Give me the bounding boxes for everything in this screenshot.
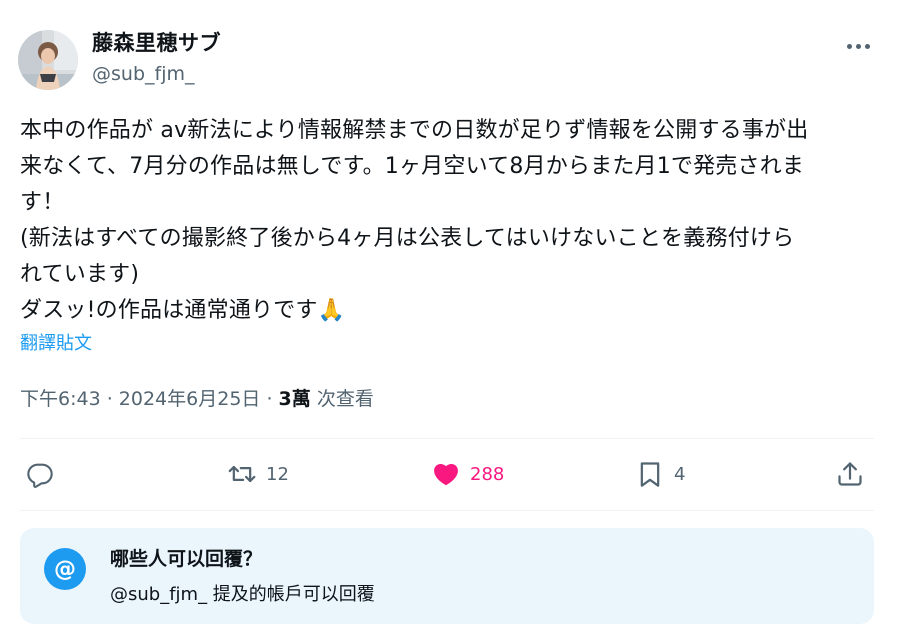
reply-restriction-box: @ 哪些人可以回覆？ @sub_fjm_ 提及的帳戶可以回覆 (20, 528, 874, 624)
reply-icon (27, 463, 53, 488)
bookmark-icon (640, 462, 660, 487)
retweet-count: 12 (266, 463, 289, 485)
reply-restriction-subtitle: @sub_fjm_ 提及的帳戶可以回覆 (110, 584, 375, 605)
like-count: 288 (470, 463, 505, 485)
views-label: 次查看 (310, 388, 374, 410)
like-button[interactable]: 288 (432, 449, 504, 499)
share-icon (838, 462, 862, 486)
avatar-image (18, 30, 78, 90)
bookmark-button[interactable]: 4 (636, 449, 685, 499)
tweet-detail: 藤森里穂サブ @sub_fjm_ 本中の作品が av新法により情報解禁までの日数… (0, 0, 900, 640)
divider (20, 510, 874, 511)
tweet-text: 本中の作品が av新法により情報解禁までの日数が足りず情報を公開する事が出 来な… (20, 118, 809, 323)
retweet-button[interactable]: 12 (228, 449, 289, 499)
more-icon[interactable] (840, 34, 876, 58)
divider (20, 438, 874, 439)
user-handle[interactable]: @sub_fjm_ (92, 62, 194, 86)
mention-icon: @ (44, 548, 86, 590)
share-button[interactable] (836, 449, 864, 499)
meta-separator: · (260, 388, 279, 410)
meta-separator: · (100, 388, 119, 410)
display-name[interactable]: 藤森里穂サブ (92, 30, 221, 56)
tweet-meta: 下午6:43 · 2024年6月25日 · 3萬 次查看 (20, 385, 374, 413)
like-icon (434, 464, 458, 486)
action-bar: 12 288 4 (0, 449, 900, 499)
tweet-time[interactable]: 下午6:43 (20, 388, 101, 410)
translate-link[interactable]: 翻譯貼文 (20, 331, 92, 357)
retweet-icon (228, 465, 256, 483)
tweet-date[interactable]: 2024年6月25日 (119, 388, 261, 410)
bookmark-count: 4 (674, 463, 686, 485)
reply-restriction-title: 哪些人可以回覆？ (110, 548, 263, 570)
views-count: 3萬 (278, 388, 311, 410)
reply-button[interactable] (26, 449, 64, 499)
avatar[interactable] (18, 30, 78, 90)
